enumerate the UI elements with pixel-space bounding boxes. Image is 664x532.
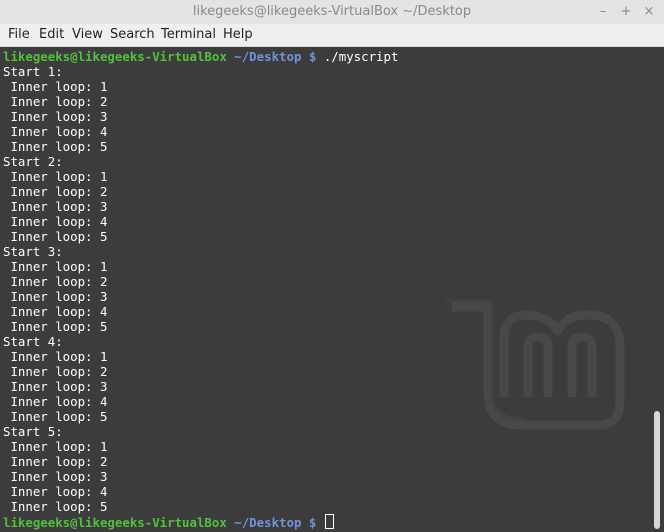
output-line: Inner loop: 4 bbox=[3, 394, 108, 409]
output-line: Inner loop: 4 bbox=[3, 484, 108, 499]
prompt-user: likegeeks@likegeeks-VirtualBox bbox=[3, 515, 227, 530]
output-line: Inner loop: 4 bbox=[3, 124, 108, 139]
output-line: Start 5: bbox=[3, 424, 63, 439]
title-bar[interactable]: likegeeks@likegeeks-VirtualBox ~/Desktop… bbox=[0, 0, 664, 24]
prompt-symbol: $ bbox=[308, 515, 317, 530]
menu-search[interactable]: Search bbox=[110, 27, 155, 42]
output-line: Inner loop: 5 bbox=[3, 139, 108, 154]
maximize-icon[interactable]: + bbox=[617, 3, 635, 21]
output-line: Inner loop: 2 bbox=[3, 364, 108, 379]
window-title: likegeeks@likegeeks-VirtualBox ~/Desktop bbox=[192, 4, 472, 19]
prompt-line-current[interactable]: likegeeks@likegeeks-VirtualBox ~/Desktop… bbox=[3, 514, 398, 530]
prompt-user: likegeeks@likegeeks-VirtualBox bbox=[3, 49, 227, 64]
prompt-line: likegeeks@likegeeks-VirtualBox ~/Desktop… bbox=[3, 49, 398, 64]
menu-help[interactable]: Help bbox=[223, 27, 253, 42]
menu-file[interactable]: File bbox=[8, 27, 30, 42]
prompt-path: ~/Desktop bbox=[234, 49, 302, 64]
output-line: Inner loop: 5 bbox=[3, 319, 108, 334]
output-line: Inner loop: 5 bbox=[3, 229, 108, 244]
terminal-output: likegeeks@likegeeks-VirtualBox ~/Desktop… bbox=[3, 49, 398, 530]
output-line: Inner loop: 1 bbox=[3, 259, 108, 274]
output-line: Start 3: bbox=[3, 244, 63, 259]
output-line: Inner loop: 5 bbox=[3, 499, 108, 514]
menu-bar: File Edit View Search Terminal Help bbox=[0, 24, 664, 47]
output-line: Inner loop: 5 bbox=[3, 409, 108, 424]
output-line: Inner loop: 2 bbox=[3, 94, 108, 109]
output-line: Inner loop: 1 bbox=[3, 349, 108, 364]
output-line: Inner loop: 3 bbox=[3, 199, 108, 214]
output-line: Inner loop: 1 bbox=[3, 79, 108, 94]
close-icon[interactable]: × bbox=[640, 3, 658, 21]
linux-mint-logo-icon bbox=[446, 299, 625, 430]
output-line: Inner loop: 2 bbox=[3, 454, 108, 469]
output-line: Inner loop: 1 bbox=[3, 169, 108, 184]
output-line: Inner loop: 3 bbox=[3, 469, 108, 484]
minimize-icon[interactable]: – bbox=[594, 3, 612, 21]
prompt-path: ~/Desktop bbox=[234, 515, 302, 530]
output-line: Start 1: bbox=[3, 64, 63, 79]
terminal-window: likegeeks@likegeeks-VirtualBox ~/Desktop… bbox=[0, 0, 664, 532]
output-line: Inner loop: 3 bbox=[3, 379, 108, 394]
prompt-symbol: $ bbox=[308, 49, 317, 64]
output-line: Inner loop: 2 bbox=[3, 274, 108, 289]
output-line: Inner loop: 4 bbox=[3, 214, 108, 229]
terminal-area[interactable]: likegeeks@likegeeks-VirtualBox ~/Desktop… bbox=[0, 47, 650, 532]
output-line: Inner loop: 3 bbox=[3, 109, 108, 124]
output-line: Inner loop: 4 bbox=[3, 304, 108, 319]
text-cursor bbox=[324, 514, 334, 529]
scrollbar-thumb[interactable] bbox=[654, 411, 660, 529]
output-block: Start 1: Inner loop: 1 Inner loop: 2 Inn… bbox=[3, 64, 398, 514]
menu-terminal[interactable]: Terminal bbox=[161, 27, 216, 42]
output-line: Start 4: bbox=[3, 334, 63, 349]
command-text: ./myscript bbox=[323, 49, 399, 64]
menu-view[interactable]: View bbox=[72, 27, 103, 42]
output-line: Inner loop: 2 bbox=[3, 184, 108, 199]
output-line: Inner loop: 1 bbox=[3, 439, 108, 454]
scrollbar[interactable] bbox=[650, 47, 664, 532]
output-line: Start 2: bbox=[3, 154, 63, 169]
menu-edit[interactable]: Edit bbox=[39, 27, 64, 42]
output-line: Inner loop: 3 bbox=[3, 289, 108, 304]
